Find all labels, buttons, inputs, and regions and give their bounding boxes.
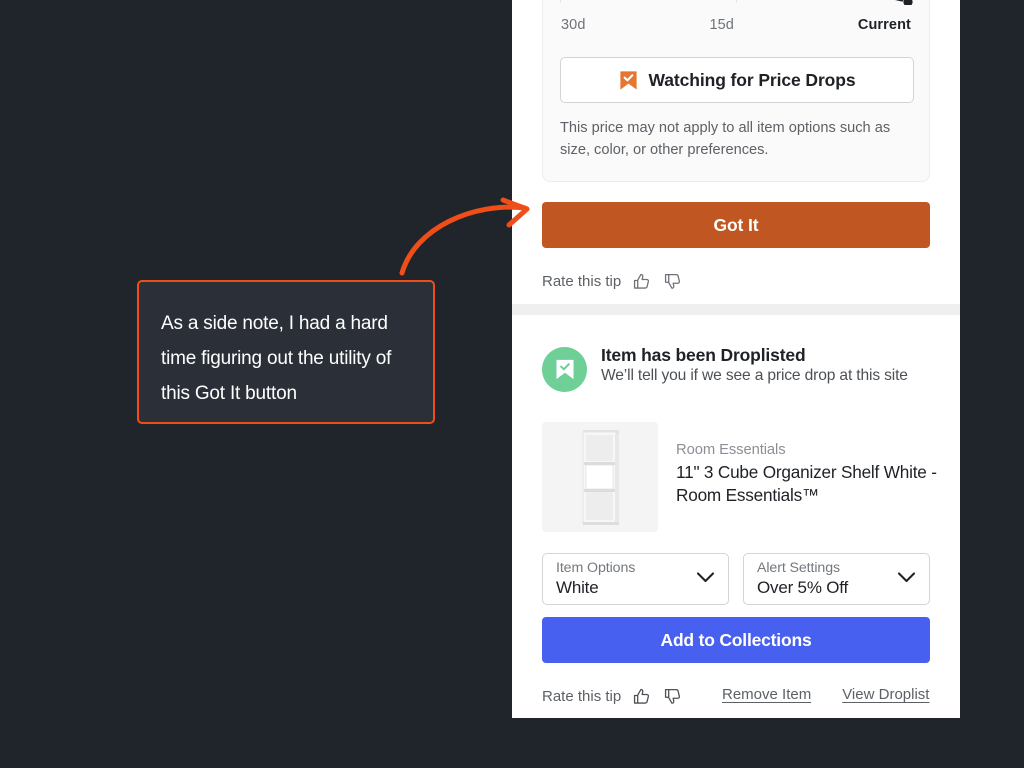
bottom-links: Remove Item View Droplist [722,686,929,703]
alert-settings-label: Alert Settings [757,560,840,576]
annotation-callout-box: As a side note, I had a hard time figuri… [137,280,435,424]
item-options-value: White [556,578,599,597]
thumbs-down-icon[interactable] [661,270,683,292]
item-options-label: Item Options [556,560,636,576]
axis-tick-current: Current [857,17,911,33]
product-brand: Room Essentials [676,442,786,458]
option-selects: Item Options White Alert Settings Over 5… [542,553,930,605]
price-history-card: 30d 15d Current Watching for Price Drops… [542,0,930,182]
view-droplist-link[interactable]: View Droplist [842,686,929,703]
bookmark-check-icon [542,347,587,392]
thumbs-up-icon[interactable] [630,270,652,292]
droplisted-subtitle: We’ll tell you if we see a price drop at… [601,367,908,384]
chart-axis-labels: 30d 15d Current [561,17,911,33]
watching-button-label: Watching for Price Drops [648,69,856,90]
price-disclaimer-text: This price may not apply to all item opt… [560,120,891,158]
item-options-select[interactable]: Item Options White [542,553,729,605]
screenshot-canvas: 30d 15d Current Watching for Price Drops… [0,0,1024,768]
product-text: Room Essentials 11" 3 Cube Organizer She… [676,442,946,506]
watching-for-price-drops-button[interactable]: Watching for Price Drops [560,57,914,103]
chevron-down-icon [897,571,916,589]
alert-settings-value: Over 5% Off [757,578,849,597]
add-to-collections-button[interactable]: Add to Collections [542,617,930,663]
droplist-extension-panel: 30d 15d Current Watching for Price Drops… [512,0,960,718]
rate-tip-label-bottom: Rate this tip [542,687,622,705]
rate-tip-label-top: Rate this tip [542,272,622,290]
chevron-down-icon [696,571,715,589]
thumbs-down-icon[interactable] [661,685,683,707]
alert-settings-select[interactable]: Alert Settings Over 5% Off [743,553,930,605]
product-thumbnail[interactable] [542,422,658,532]
axis-tick-15d: 15d [709,17,734,33]
droplisted-status-header: Item has been Droplisted We’ll tell you … [542,345,908,392]
rate-tip-row-top: Rate this tip [542,270,683,292]
droplisted-title: Item has been Droplisted [601,345,806,365]
rate-tip-row-bottom: Rate this tip [542,685,683,707]
annotation-text: As a side note, I had a hard time figuri… [161,313,392,404]
bookmark-check-icon [619,70,638,91]
section-separator-band [512,304,960,315]
remove-item-link[interactable]: Remove Item [722,686,811,703]
axis-tick-30d: 30d [561,17,586,33]
thumbs-up-icon[interactable] [630,685,652,707]
got-it-button[interactable]: Got It [542,202,930,248]
price-history-line-chart [894,0,913,5]
product-name: 11" 3 Cube Organizer Shelf White - Room … [676,462,937,505]
